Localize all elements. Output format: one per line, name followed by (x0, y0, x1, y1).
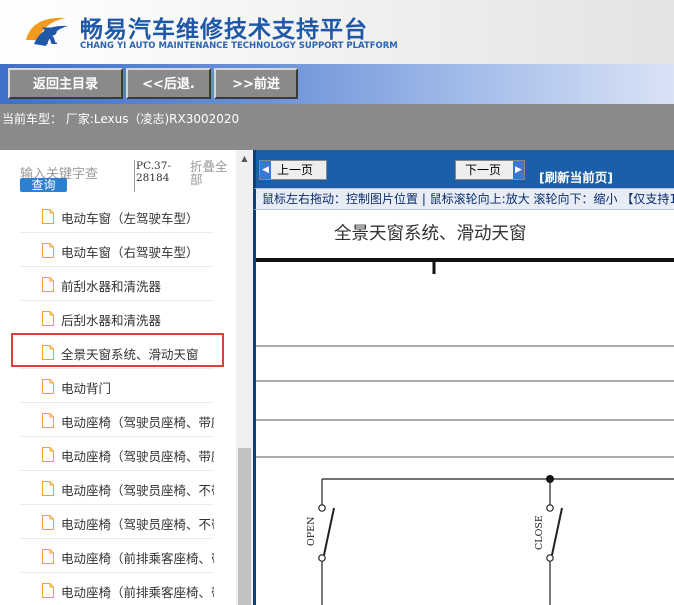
tree-item[interactable]: 电动车窗（左驾驶车型） (20, 199, 214, 233)
switch-contact (318, 554, 326, 562)
document-icon (42, 209, 54, 224)
tree-item-label: 后刮水器和清洗器 (61, 313, 162, 328)
refresh-page-button[interactable]: [刷新当前页] (539, 167, 613, 186)
next-page-button[interactable]: 下一页 ▶ (455, 160, 525, 180)
document-viewer: ◀ 上一页 下一页 ▶ [刷新当前页] 鼠标左右拖动：控制图片位置 | 鼠标滚轮… (253, 150, 674, 605)
document-icon (42, 515, 54, 530)
current-vehicle-text: 当前车型： 厂家:Lexus（凌志)RX3002020 (2, 112, 240, 126)
document-icon (42, 481, 54, 496)
tree-item-label: 电动座椅（前排乘客座椅、带座 (61, 585, 214, 600)
viewer-toolbar: ◀ 上一页 下一页 ▶ [刷新当前页] (253, 150, 674, 188)
document-icon (42, 379, 54, 394)
tree-item-label: 电动座椅（驾驶员座椅、带座椅 (61, 415, 214, 430)
switch-open-lever (323, 507, 335, 556)
app-title: 畅易汽车维修技术支持平台 (80, 17, 368, 43)
switch-close-lever (551, 507, 563, 556)
tree-item[interactable]: 电动座椅（前排乘客座椅、带座 (20, 573, 214, 605)
pc-code: PC.37-28184 (134, 160, 174, 192)
tree-item[interactable]: 电动座椅（驾驶员座椅、不带座 (20, 471, 214, 505)
tree-item[interactable]: 电动座椅（驾驶员座椅、带座椅 (20, 437, 214, 471)
forward-button[interactable]: >>前进 (214, 68, 298, 99)
tree-item-label: 电动座椅（前排乘客座椅、带座 (61, 551, 214, 566)
arrow-left-icon: ◀ (260, 161, 271, 179)
tree-item[interactable]: 电动座椅（驾驶员座椅、不带座 (20, 505, 214, 539)
tree-item[interactable]: 前刮水器和清洗器 (20, 267, 214, 301)
switch-contact (318, 504, 326, 512)
document-icon (42, 243, 54, 258)
tree-item[interactable]: 电动背门 (20, 369, 214, 403)
tree-item[interactable]: 电动座椅（前排乘客座椅、带座 (20, 539, 214, 573)
wiring-diagram[interactable]: 全景天窗系统、滑动天窗 OPEN CLOSE (253, 210, 674, 605)
vehicle-info-bar: 当前车型： 厂家:Lexus（凌志)RX3002020 (0, 104, 674, 150)
app-header: R 畅易汽车维修技术支持平台 CHANG YI AUTO MAINTENANCE… (0, 0, 674, 64)
tree-item-label: 电动座椅（驾驶员座椅、不带座 (61, 517, 214, 532)
collapse-all-button[interactable]: 折叠全部 (190, 160, 230, 186)
back-button[interactable]: <<后退. (126, 68, 211, 99)
prev-page-label: 上一页 (277, 163, 314, 177)
document-icon (42, 583, 54, 598)
svg-text:R: R (39, 24, 58, 50)
diagram-canvas: OPEN CLOSE (256, 258, 674, 605)
scroll-thumb[interactable] (238, 448, 251, 605)
switch-open-label: OPEN (306, 517, 317, 546)
brand-logo-icon: R (26, 17, 68, 50)
switch-contact (546, 554, 554, 562)
switch-close-label: CLOSE (534, 515, 545, 550)
nav-toolbar: 返回主目录 <<后退. >>前进 (0, 64, 674, 104)
prev-page-button[interactable]: ◀ 上一页 (259, 160, 327, 180)
document-icon (42, 413, 54, 428)
tree-item[interactable]: 后刮水器和清洗器 (20, 301, 214, 335)
app-subtitle: CHANG YI AUTO MAINTENANCE TECHNOLOGY SUP… (80, 41, 398, 51)
viewer-help-text: 鼠标左右拖动：控制图片位置 | 鼠标滚轮向上:放大 滚轮向下：缩小 【仅支持1 (253, 188, 674, 210)
home-button[interactable]: 返回主目录 (8, 68, 123, 99)
tree-item[interactable]: 电动座椅（驾驶员座椅、带座椅 (20, 403, 214, 437)
selected-item-highlight (11, 333, 224, 367)
arrow-right-icon: ▶ (513, 161, 524, 179)
tree-item-label: 前刮水器和清洗器 (61, 279, 162, 294)
sidebar-scrollbar[interactable]: ▲ (236, 150, 253, 605)
document-icon (42, 311, 54, 326)
tree-item[interactable]: 电动车窗（右驾驶车型） (20, 233, 214, 267)
next-page-label: 下一页 (465, 163, 502, 177)
tree-item-label: 电动车窗（左驾驶车型） (61, 211, 199, 226)
sidebar-tree: 输入关键字查 查询 PC.37-28184 折叠全部 电动车窗（左驾驶车型） 电… (0, 150, 236, 605)
document-icon (42, 549, 54, 564)
tree-item-label: 电动座椅（驾驶员座椅、不带座 (61, 483, 214, 498)
scroll-up-icon[interactable]: ▲ (236, 150, 253, 167)
document-icon (42, 447, 54, 462)
tree-item-label: 电动座椅（驾驶员座椅、带座椅 (61, 449, 214, 464)
document-icon (42, 277, 54, 292)
tree-item-label: 电动背门 (61, 381, 112, 396)
tree-item-label: 电动车窗（右驾驶车型） (61, 245, 199, 260)
switch-contact (546, 504, 554, 512)
query-button[interactable]: 查询 (20, 178, 67, 192)
